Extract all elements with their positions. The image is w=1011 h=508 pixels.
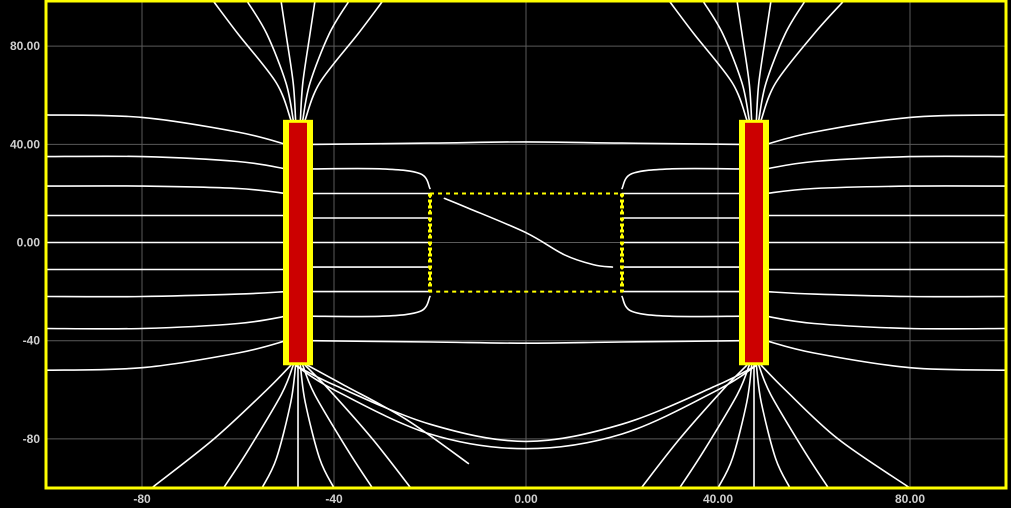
x-tick-label-4: 80.00 [895, 492, 925, 506]
conductor-0-core [289, 122, 307, 363]
y-tick-label-0: 80.00 [10, 39, 40, 53]
y-tick-label-3: -40 [23, 334, 41, 348]
plot-background [0, 0, 1011, 508]
x-tick-label-1: -40 [325, 492, 343, 506]
x-tick-label-3: 40.00 [703, 492, 733, 506]
y-tick-label-1: 40.00 [10, 137, 40, 151]
y-tick-label-2: 0.00 [17, 236, 41, 250]
x-tick-label-2: 0.00 [514, 492, 538, 506]
field-plot: -80 -40 0.00 40.00 80.00 80.00 40.00 0.00 -40 -80 [0, 0, 1011, 508]
x-tick-label-0: -80 [133, 492, 151, 506]
conductor-1-core [745, 122, 763, 363]
y-tick-label-4: -80 [23, 432, 41, 446]
